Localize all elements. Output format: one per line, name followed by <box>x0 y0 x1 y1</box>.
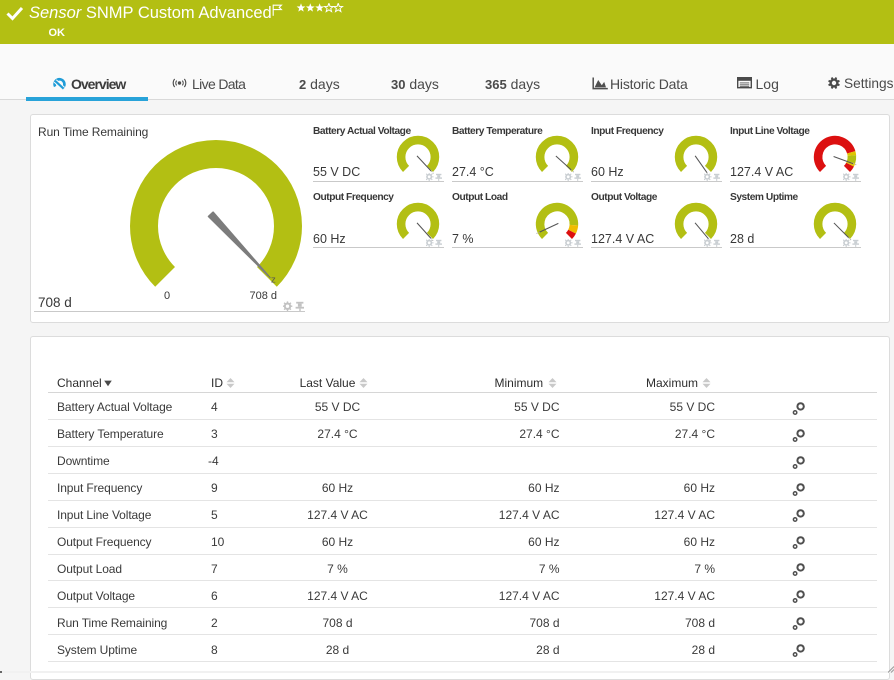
svg-text:z: z <box>271 275 276 286</box>
